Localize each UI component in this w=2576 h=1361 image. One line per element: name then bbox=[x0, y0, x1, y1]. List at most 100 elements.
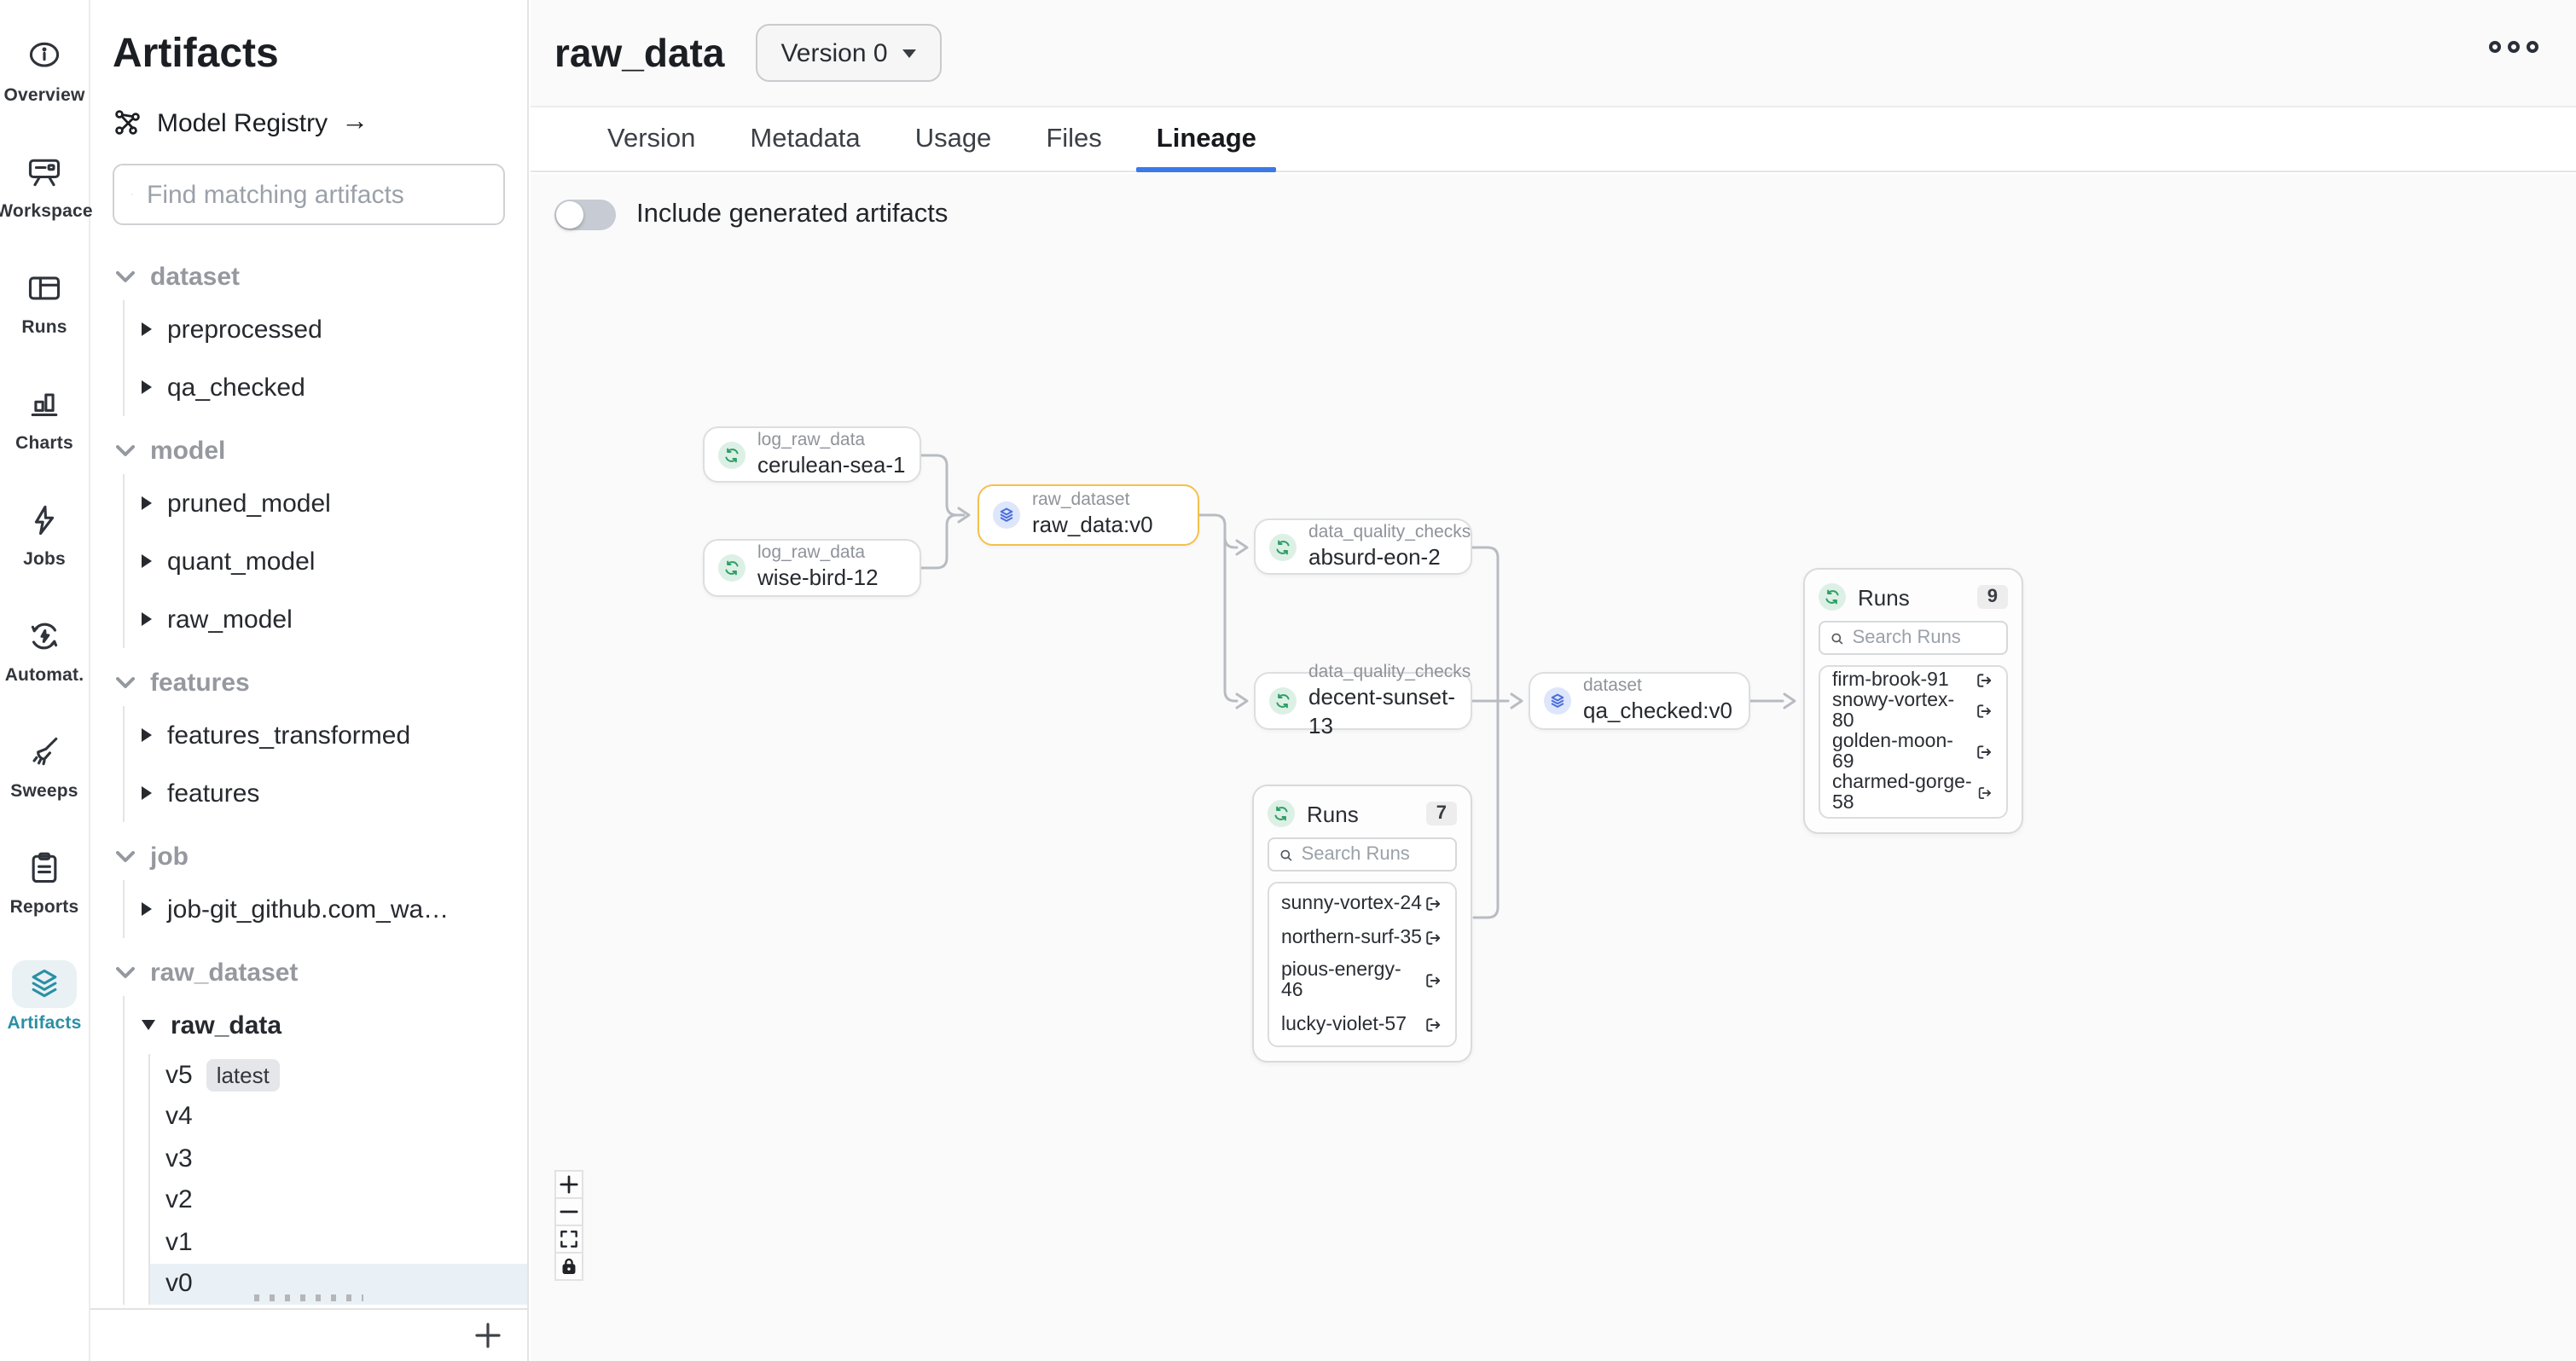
run-cycle-icon bbox=[1269, 687, 1297, 715]
lineage-node-raw-data-v0[interactable]: raw_datasetraw_data:v0 bbox=[978, 484, 1199, 546]
rail-label: Workspace bbox=[0, 200, 93, 221]
run-row[interactable]: firm-brook-91 bbox=[1832, 670, 1994, 691]
run-row[interactable]: pious-energy-46 bbox=[1281, 961, 1443, 1002]
version-label: v5 bbox=[165, 1061, 193, 1090]
zoom-in-button[interactable] bbox=[554, 1170, 583, 1199]
rail-label: Runs bbox=[21, 316, 67, 337]
run-row[interactable]: snowy-vortex-80 bbox=[1832, 691, 1994, 732]
section-header[interactable]: features bbox=[90, 658, 527, 706]
toggle-label: Include generated artifacts bbox=[636, 200, 948, 230]
tab-label: Lineage bbox=[1157, 124, 1256, 154]
chevron-down-icon bbox=[116, 966, 135, 978]
add-artifact-button[interactable] bbox=[473, 1320, 503, 1351]
tree-item[interactable]: raw_model bbox=[125, 590, 527, 648]
rail-item-charts[interactable]: Charts bbox=[0, 358, 89, 474]
version-label: v1 bbox=[165, 1228, 193, 1257]
main-content: raw_data Version 0 Version Metadata Usag… bbox=[531, 0, 2576, 1361]
node-type: raw_dataset bbox=[1032, 490, 1153, 513]
tab-lineage[interactable]: Lineage bbox=[1129, 107, 1284, 171]
search-icon bbox=[131, 181, 133, 208]
version-row-v2[interactable]: v2 bbox=[150, 1179, 527, 1221]
search-icon bbox=[1279, 847, 1293, 862]
rail-item-artifacts[interactable]: Artifacts bbox=[0, 938, 89, 1054]
lineage-node-cerulean-sea-1[interactable]: log_raw_datacerulean-sea-1 bbox=[703, 426, 921, 483]
runs-panel-9[interactable]: Runs 9 firm-brook-91 snowy-vortex-80 gol… bbox=[1803, 568, 2023, 834]
tree-section-features: features features_transformed features bbox=[90, 658, 527, 822]
chevron-down-icon bbox=[116, 850, 135, 862]
tree-item-label: quant_model bbox=[167, 547, 315, 576]
rail-item-workspace[interactable]: Workspace bbox=[0, 126, 89, 242]
tree-item[interactable]: qa_checked bbox=[125, 358, 527, 416]
runs-search-input[interactable] bbox=[1853, 628, 1996, 648]
tab-version[interactable]: Version bbox=[580, 107, 722, 171]
overflow-menu-button[interactable] bbox=[2489, 41, 2538, 53]
toggle-row: Include generated artifacts bbox=[554, 200, 948, 230]
tree-item[interactable]: quant_model bbox=[125, 532, 527, 590]
tree-item-raw-data[interactable]: raw_data bbox=[125, 996, 527, 1054]
triangle-right-icon bbox=[142, 496, 152, 510]
caret-down-icon bbox=[903, 49, 917, 57]
zoom-out-button[interactable] bbox=[554, 1197, 583, 1226]
version-row-v1[interactable]: v1 bbox=[150, 1221, 527, 1263]
lineage-node-absurd-eon-2[interactable]: data_quality_checksabsurd-eon-2 bbox=[1254, 518, 1472, 575]
runs-panel-title: Runs bbox=[1858, 584, 1910, 610]
latest-badge: latest bbox=[206, 1059, 280, 1092]
tree-item[interactable]: job-git_github.com_wa… bbox=[125, 880, 527, 938]
lineage-canvas[interactable]: Include generated artifacts log bbox=[531, 174, 2576, 1361]
run-row[interactable]: golden-moon-69 bbox=[1832, 732, 1994, 773]
runs-search-input[interactable] bbox=[1302, 844, 1445, 865]
rail-item-sweeps[interactable]: Sweeps bbox=[0, 706, 89, 822]
model-registry-link[interactable]: Model Registry → bbox=[113, 102, 527, 143]
version-row-v3[interactable]: v3 bbox=[150, 1138, 527, 1179]
open-run-icon[interactable] bbox=[1423, 894, 1443, 914]
tree-item[interactable]: features bbox=[125, 764, 527, 822]
tree-item[interactable]: preprocessed bbox=[125, 300, 527, 358]
open-run-icon[interactable] bbox=[1974, 742, 1994, 762]
open-run-icon[interactable] bbox=[1423, 971, 1443, 992]
run-row[interactable]: lucky-violet-57 bbox=[1281, 1015, 1443, 1035]
fit-view-button[interactable] bbox=[554, 1225, 583, 1254]
run-name: firm-brook-91 bbox=[1832, 670, 1949, 691]
include-generated-artifacts-toggle[interactable] bbox=[554, 200, 616, 230]
artifact-layers-icon bbox=[1544, 687, 1571, 715]
run-row[interactable]: sunny-vortex-24 bbox=[1281, 894, 1443, 914]
node-name: wise-bird-12 bbox=[757, 565, 879, 594]
tree-item-label: preprocessed bbox=[167, 315, 322, 344]
tab-metadata[interactable]: Metadata bbox=[722, 107, 887, 171]
run-row[interactable]: northern-surf-35 bbox=[1281, 927, 1443, 947]
section-label: dataset bbox=[150, 262, 240, 291]
tree-item[interactable]: pruned_model bbox=[125, 474, 527, 532]
rail-item-overview[interactable]: Overview bbox=[0, 10, 89, 126]
tab-usage[interactable]: Usage bbox=[888, 107, 1019, 171]
rail-item-runs[interactable]: Runs bbox=[0, 242, 89, 358]
version-row-v5[interactable]: v5 latest bbox=[150, 1054, 527, 1096]
lineage-node-qa-checked-v0[interactable]: datasetqa_checked:v0 bbox=[1529, 672, 1750, 730]
search-input[interactable] bbox=[147, 180, 486, 209]
run-name: golden-moon-69 bbox=[1832, 732, 1974, 773]
open-run-icon[interactable] bbox=[1423, 927, 1443, 947]
lineage-node-decent-sunset-13[interactable]: data_quality_checksdecent-sunset-13 bbox=[1254, 672, 1472, 730]
lock-button[interactable] bbox=[554, 1252, 583, 1281]
open-run-icon[interactable] bbox=[1423, 1015, 1443, 1035]
tab-files[interactable]: Files bbox=[1018, 107, 1128, 171]
lineage-node-wise-bird-12[interactable]: log_raw_datawise-bird-12 bbox=[703, 539, 921, 597]
rail-item-jobs[interactable]: Jobs bbox=[0, 474, 89, 590]
run-row[interactable]: charmed-gorge-58 bbox=[1832, 773, 1994, 814]
open-run-icon[interactable] bbox=[1976, 783, 1994, 803]
rail-item-reports[interactable]: Reports bbox=[0, 822, 89, 938]
version-dropdown[interactable]: Version 0 bbox=[755, 24, 942, 82]
open-run-icon[interactable] bbox=[1974, 670, 1994, 691]
version-row-v4[interactable]: v4 bbox=[150, 1096, 527, 1138]
tree-item[interactable]: features_transformed bbox=[125, 706, 527, 764]
rail-item-automations[interactable]: Automat. bbox=[0, 590, 89, 706]
page-title: Artifacts bbox=[113, 31, 527, 78]
section-header[interactable]: raw_dataset bbox=[90, 948, 527, 996]
open-run-icon[interactable] bbox=[1974, 701, 1994, 721]
runs-panel-7[interactable]: Runs 7 sunny-vortex-24 northern-surf-35 … bbox=[1252, 785, 1472, 1063]
section-header[interactable]: job bbox=[90, 832, 527, 880]
section-header[interactable]: model bbox=[90, 426, 527, 474]
tree-item-label: raw_data bbox=[171, 1011, 281, 1040]
workspace-board-icon bbox=[12, 148, 77, 195]
section-header[interactable]: dataset bbox=[90, 252, 527, 300]
triangle-right-icon bbox=[142, 322, 152, 336]
